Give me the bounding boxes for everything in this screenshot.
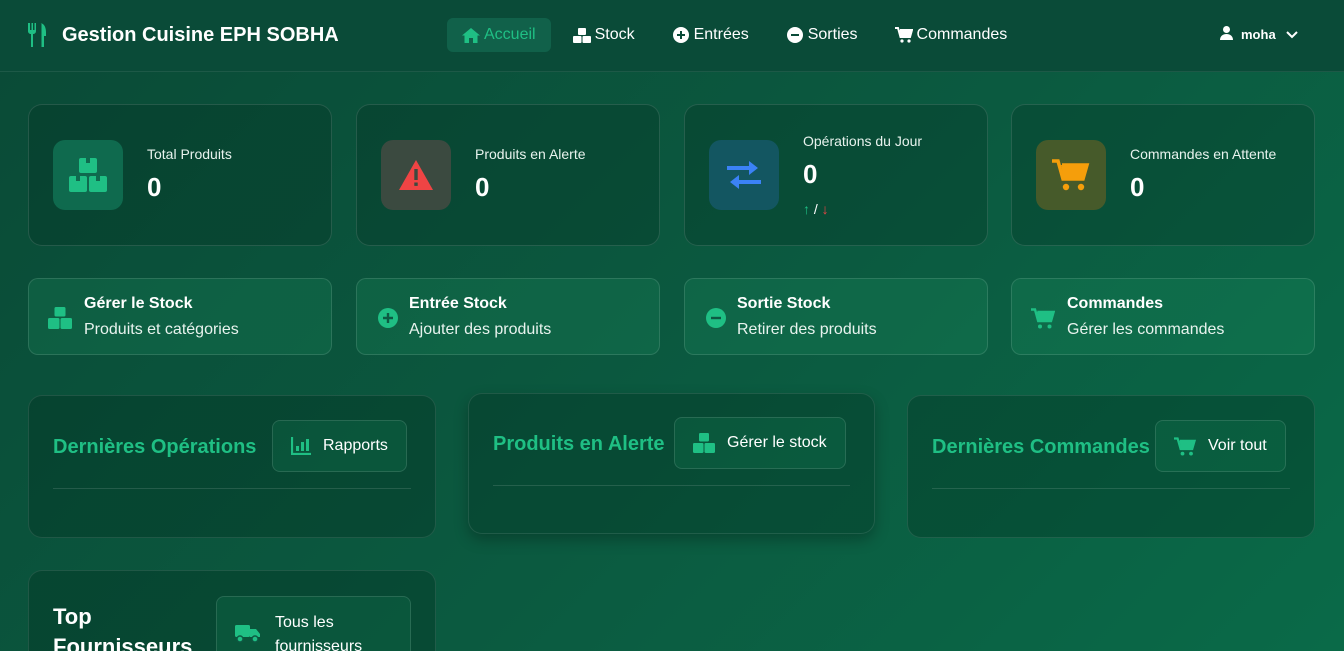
stat-card-total-produits: Total Produits 0 <box>28 104 332 246</box>
panel-produits-alerte: Produits en Alerte Gérer le stock <box>468 393 875 534</box>
tous-fournisseurs-button[interactable]: Tous les fournisseurs <box>216 596 411 651</box>
cart-icon <box>1030 306 1056 330</box>
panel-title: Top Fournisseurs <box>53 602 192 651</box>
truck-icon <box>235 623 261 643</box>
button-label: Voir tout <box>1208 437 1267 454</box>
quick-action-sortie-stock[interactable]: Sortie Stock Retirer des produits <box>684 278 988 355</box>
gerer-stock-button[interactable]: Gérer le stock <box>674 417 846 469</box>
boxes-icon <box>53 140 123 210</box>
stat-trend: ↑ / ↓ <box>803 201 829 217</box>
stat-card-commandes-attente: Commandes en Attente 0 <box>1011 104 1315 246</box>
stat-label: Total Produits <box>147 146 232 162</box>
quick-action-title: Gérer le Stock <box>84 295 193 312</box>
stat-value: 0 <box>1130 172 1145 202</box>
nav-label: Entrées <box>693 26 749 43</box>
stat-label: Commandes en Attente <box>1130 146 1277 162</box>
brand-title: Gestion Cuisine EPH SOBHA <box>62 23 339 46</box>
minus-circle-icon <box>703 306 729 330</box>
home-icon <box>462 27 480 43</box>
divider <box>493 485 850 486</box>
stat-value: 0 <box>803 159 818 189</box>
minus-circle-icon <box>786 27 804 43</box>
divider <box>932 488 1290 489</box>
stat-label: Opérations du Jour <box>803 133 923 149</box>
exchange-icon <box>709 140 779 210</box>
nav-label: Commandes <box>916 26 1008 43</box>
quick-action-gerer-stock[interactable]: Gérer le Stock Produits et catégories <box>28 278 332 355</box>
nav-accueil[interactable]: Accueil <box>447 18 551 52</box>
nav-label: Sorties <box>807 26 858 43</box>
nav-label: Stock <box>594 26 635 43</box>
stat-label: Produits en Alerte <box>475 146 586 162</box>
button-label: Gérer le stock <box>727 434 827 451</box>
user-menu[interactable]: moha <box>1220 26 1298 43</box>
quick-action-title: Entrée Stock <box>409 295 507 312</box>
boxes-icon <box>693 433 715 453</box>
nav-entrees[interactable]: Entrées <box>657 18 764 52</box>
boxes-icon <box>47 306 73 330</box>
utensils-icon <box>28 23 46 47</box>
warning-icon <box>381 140 451 210</box>
panel-dernieres-commandes: Dernières Commandes Voir tout <box>907 395 1315 538</box>
nav-label: Accueil <box>484 26 536 43</box>
quick-action-title: Sortie Stock <box>737 295 831 312</box>
stat-card-produits-alerte: Produits en Alerte 0 <box>356 104 660 246</box>
panel-title-line2: Fournisseurs <box>53 634 193 651</box>
panel-title: Produits en Alerte <box>493 433 665 455</box>
panel-title: Dernières Opérations <box>53 436 257 458</box>
stat-value: 0 <box>475 172 490 202</box>
quick-action-subtitle: Ajouter des produits <box>409 321 552 338</box>
stat-card-operations-jour: Opérations du Jour 0 ↑ / ↓ <box>684 104 988 246</box>
user-name: moha <box>1241 27 1276 42</box>
chart-icon <box>291 437 311 455</box>
stat-value: 0 <box>147 172 162 202</box>
quick-action-entree-stock[interactable]: Entrée Stock Ajouter des produits <box>356 278 660 355</box>
cart-icon <box>1174 436 1196 456</box>
nav-stock[interactable]: Stock <box>558 18 650 52</box>
panel-title-line1: Top <box>53 604 92 629</box>
quick-action-subtitle: Retirer des produits <box>737 321 877 338</box>
trend-down: ↓ <box>821 201 829 217</box>
voir-tout-button[interactable]: Voir tout <box>1155 420 1286 472</box>
panel-top-fournisseurs: Top Fournisseurs Tous les fournisseurs <box>28 570 436 651</box>
button-label: Rapports <box>323 437 388 454</box>
trend-sep: / <box>813 201 818 217</box>
quick-action-subtitle: Gérer les commandes <box>1067 321 1225 338</box>
panel-title: Dernières Commandes <box>932 436 1150 458</box>
button-label: Tous les fournisseurs <box>275 611 362 651</box>
button-label-line2: fournisseurs <box>275 638 363 651</box>
cart-icon <box>894 27 913 43</box>
plus-circle-icon <box>375 306 401 330</box>
quick-action-commandes[interactable]: Commandes Gérer les commandes <box>1011 278 1315 355</box>
panel-dernieres-operations: Dernières Opérations Rapports <box>28 395 436 538</box>
brand[interactable]: Gestion Cuisine EPH SOBHA <box>26 22 339 48</box>
navbar: Gestion Cuisine EPH SOBHA Accueil Stock … <box>0 0 1344 72</box>
divider <box>53 488 411 489</box>
main-nav: Accueil Stock Entrées Sorties Commandes <box>447 18 1029 52</box>
cart-icon <box>1036 140 1106 210</box>
nav-commandes[interactable]: Commandes <box>880 18 1023 52</box>
chevron-down-icon <box>1285 27 1298 42</box>
quick-action-subtitle: Produits et catégories <box>84 321 239 338</box>
trend-up: ↑ <box>803 201 810 217</box>
boxes-icon <box>572 27 591 43</box>
quick-action-title: Commandes <box>1067 295 1164 312</box>
plus-circle-icon <box>672 27 690 43</box>
user-icon <box>1220 26 1233 43</box>
rapports-button[interactable]: Rapports <box>272 420 407 472</box>
nav-sorties[interactable]: Sorties <box>771 18 873 52</box>
button-label-line1: Tous les <box>275 614 334 631</box>
